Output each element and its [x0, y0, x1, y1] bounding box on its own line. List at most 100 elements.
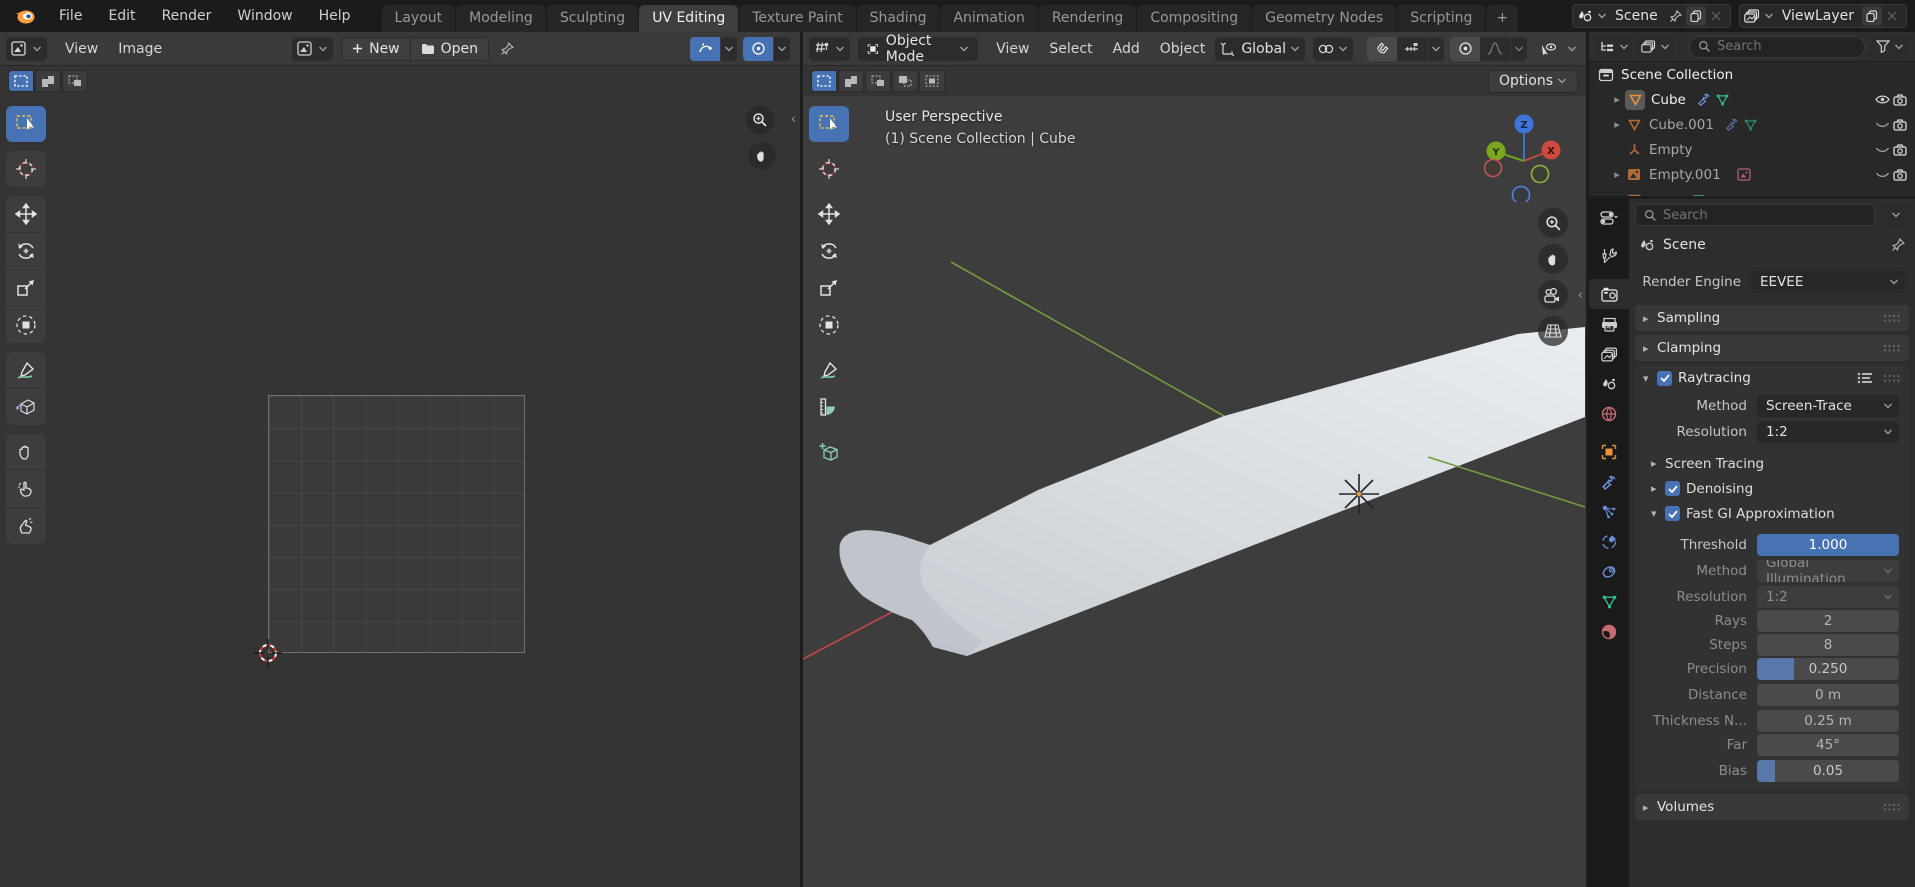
vp-menu-view[interactable]: View [986, 37, 1039, 61]
properties-options-button[interactable] [1883, 204, 1909, 226]
menu-help[interactable]: Help [306, 3, 364, 29]
gi-resolution-select[interactable]: 1:2 [1757, 586, 1899, 608]
breadcrumb-scene[interactable]: Scene [1663, 237, 1706, 253]
tab-modeling[interactable]: Modeling [456, 5, 546, 32]
vp-camera-view-button[interactable] [1538, 280, 1568, 310]
tab-animation[interactable]: Animation [940, 5, 1037, 32]
tab-uv-editing[interactable]: UV Editing [639, 5, 738, 32]
vp-tool-rotate[interactable] [809, 233, 849, 269]
uv-tool-relax[interactable] [6, 471, 46, 507]
pin-image-icon[interactable] [497, 39, 517, 59]
outliner-row-empty[interactable]: Empty [1589, 137, 1915, 162]
scene-selector[interactable]: Scene [1572, 4, 1731, 28]
vp-select-mode-intersect[interactable] [919, 70, 945, 92]
tab-output[interactable] [1589, 309, 1629, 339]
distance-field[interactable]: 0 m [1757, 684, 1899, 706]
uv-tool-rip-region[interactable] [6, 389, 46, 425]
render-camera-icon[interactable] [1891, 169, 1909, 181]
menu-render[interactable]: Render [149, 3, 225, 29]
render-camera-icon[interactable] [1891, 144, 1909, 156]
gizmo-z-neg-axis[interactable] [1513, 187, 1530, 203]
proportional-editing-toggle[interactable] [1450, 37, 1480, 61]
uv-tool-select-box[interactable] [6, 106, 46, 142]
uv-tool-cursor[interactable] [6, 151, 46, 187]
navigation-gizmo[interactable]: Z Y X [1476, 102, 1572, 202]
vp-menu-object[interactable]: Object [1150, 37, 1216, 61]
uv-zoom-button[interactable] [746, 106, 774, 134]
render-camera-icon[interactable] [1891, 119, 1909, 131]
tab-scene[interactable] [1589, 369, 1629, 399]
uv-tool-rotate[interactable] [6, 233, 46, 269]
subpanel-fast-gi[interactable]: ▾ Fast GI Approximation [1635, 501, 1909, 526]
tab-world[interactable] [1589, 399, 1629, 429]
show-gizmo-toggle[interactable] [1533, 37, 1563, 61]
uv-pan-button[interactable] [748, 142, 776, 170]
render-camera-icon[interactable] [1891, 94, 1909, 106]
rt-resolution-select[interactable]: 1:2 [1757, 421, 1899, 443]
gizmo-x-neg-axis[interactable] [1485, 160, 1502, 177]
vp-tool-scale[interactable] [809, 270, 849, 306]
uv-select-mode-set[interactable] [8, 70, 34, 92]
tab-texture-paint[interactable]: Texture Paint [739, 5, 855, 32]
uv-select-mode-extend[interactable] [35, 70, 61, 92]
image-browse-button[interactable] [292, 37, 333, 61]
new-image-button[interactable]: New [341, 37, 410, 61]
tab-view-layer[interactable] [1589, 339, 1629, 369]
far-field[interactable]: 45° [1757, 734, 1899, 756]
tab-constraints[interactable] [1589, 557, 1629, 587]
uv-menu-image[interactable]: Image [108, 37, 172, 61]
expand-icon[interactable]: ▸ [1609, 93, 1625, 106]
pin-scene-icon[interactable] [1666, 6, 1686, 26]
transform-orientation-selector[interactable]: Global [1215, 37, 1305, 61]
panel-volumes[interactable]: ▸ Volumes [1635, 794, 1909, 820]
new-viewlayer-button[interactable] [1862, 6, 1882, 26]
vp-tool-measure[interactable] [809, 389, 849, 425]
tab-sculpting[interactable]: Sculpting [547, 5, 638, 32]
outliner-row-cube-001[interactable]: ▸ Cube.001 [1589, 112, 1915, 137]
tab-particles[interactable] [1589, 497, 1629, 527]
uv-tool-scale[interactable] [6, 270, 46, 306]
vp-tool-annotate[interactable] [809, 352, 849, 388]
drag-handle-icon[interactable] [1883, 803, 1901, 812]
uv-snapping-toggle[interactable] [690, 37, 720, 61]
visibility-eye-closed-icon[interactable] [1873, 119, 1891, 130]
bias-slider[interactable]: 0.05 [1757, 760, 1899, 782]
render-engine-select[interactable]: EEVEE [1751, 271, 1905, 293]
tab-geometry-nodes[interactable]: Geometry Nodes [1252, 5, 1396, 32]
denoising-checkbox[interactable] [1665, 481, 1680, 496]
fast-gi-checkbox[interactable] [1665, 506, 1680, 521]
vp-select-mode-subtract[interactable] [865, 70, 891, 92]
uv-snapping-options-button[interactable] [721, 37, 737, 61]
vp-menu-select[interactable]: Select [1039, 37, 1102, 61]
vp-select-mode-invert[interactable] [892, 70, 918, 92]
uv-tool-grab[interactable] [6, 434, 46, 470]
visibility-eye-closed-icon[interactable] [1873, 169, 1891, 180]
expand-icon[interactable]: ▸ [1609, 168, 1625, 181]
drag-handle-icon[interactable] [1883, 314, 1901, 323]
open-image-button[interactable]: Open [410, 37, 489, 61]
uv-editor-type-button[interactable] [6, 37, 47, 61]
vp-sidebar-collapse-arrow[interactable]: ‹ [1578, 288, 1583, 303]
outliner-filter-type-button[interactable] [1636, 35, 1675, 59]
options-button[interactable]: Options [1488, 70, 1578, 93]
proportional-options-button[interactable] [1511, 37, 1527, 61]
viewport-canvas[interactable]: User Perspective (1) Scene Collection | … [803, 96, 1586, 887]
uv-tool-transform[interactable] [6, 307, 46, 343]
subpanel-denoising[interactable]: ▸ Denoising [1635, 476, 1909, 501]
gizmo-options-button[interactable] [1564, 37, 1580, 61]
outliner-search-input[interactable] [1717, 39, 1856, 54]
tab-shading[interactable]: Shading [857, 5, 940, 32]
uv-canvas[interactable]: ‹ [0, 96, 800, 887]
tab-object[interactable] [1589, 437, 1629, 467]
uv-tool-move[interactable] [6, 196, 46, 232]
outliner-row-cube[interactable]: ▸ Cube [1589, 87, 1915, 112]
tab-rendering[interactable]: Rendering [1039, 5, 1137, 32]
unlink-scene-button[interactable] [1706, 6, 1726, 26]
outliner-search[interactable] [1689, 36, 1865, 58]
tab-material[interactable] [1589, 617, 1629, 647]
properties-search-input[interactable] [1663, 208, 1866, 223]
uv-menu-view[interactable]: View [55, 37, 108, 61]
tab-object-data[interactable] [1589, 587, 1629, 617]
subpanel-screen-tracing[interactable]: ▸ Screen Tracing [1635, 451, 1909, 476]
uv-sidebar-collapse-arrow[interactable]: ‹ [791, 112, 796, 127]
